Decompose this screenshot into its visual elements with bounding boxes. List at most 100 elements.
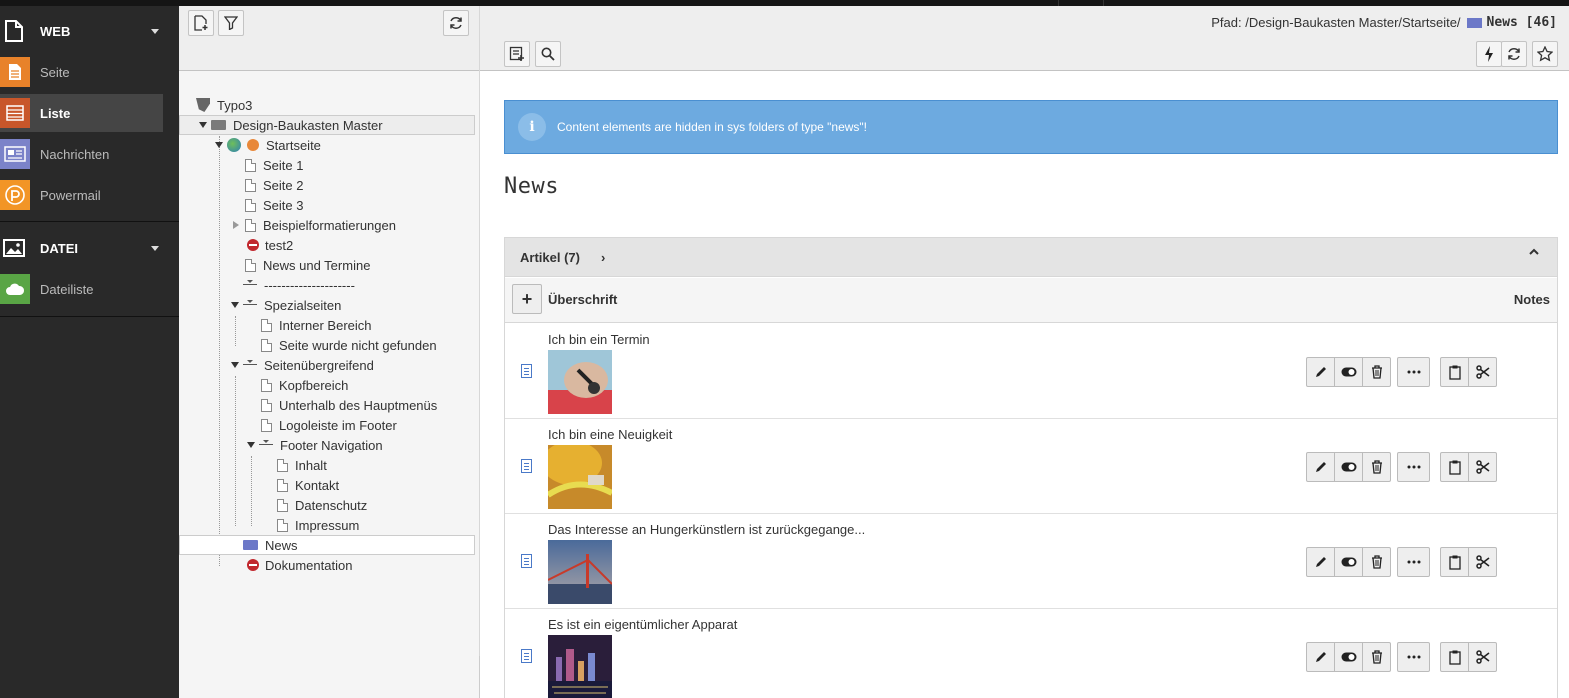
- panel-header[interactable]: Artikel (7) ›: [505, 238, 1557, 277]
- toggle-visibility-button[interactable]: [1334, 357, 1363, 387]
- collapse-panel-icon[interactable]: [1529, 248, 1539, 255]
- tree-node[interactable]: Kopfbereich: [261, 375, 348, 395]
- collapse-toggle-icon[interactable]: [231, 302, 239, 308]
- cut-button[interactable]: [1468, 642, 1497, 672]
- toggle-visibility-button[interactable]: [1334, 547, 1363, 577]
- record-title[interactable]: Ich bin ein Termin: [548, 332, 650, 347]
- table-row[interactable]: Ich bin ein Termin: [505, 324, 1557, 419]
- tree-node[interactable]: Spezialseiten: [243, 295, 341, 315]
- cut-button[interactable]: [1468, 357, 1497, 387]
- tree-node-label: Seite 3: [263, 197, 304, 213]
- page-icon: [277, 458, 288, 472]
- table-row[interactable]: Es ist ein eigentümlicher Apparat: [505, 609, 1557, 698]
- delete-button[interactable]: [1362, 547, 1391, 577]
- table-row[interactable]: Das Interesse an Hungerkünstlern ist zur…: [505, 514, 1557, 609]
- filter-button[interactable]: [218, 10, 244, 36]
- module-item-liste[interactable]: Liste: [0, 94, 163, 132]
- edit-button[interactable]: [1306, 357, 1335, 387]
- table-row[interactable]: Ich bin eine Neuigkeit: [505, 419, 1557, 514]
- tree-node[interactable]: Logoleiste im Footer: [261, 415, 397, 435]
- tree-node-label: Footer Navigation: [280, 437, 383, 453]
- delete-button[interactable]: [1362, 452, 1391, 482]
- cut-button[interactable]: [1468, 452, 1497, 482]
- tree-node[interactable]: Startseite: [227, 135, 321, 155]
- module-group-datei[interactable]: DATEI: [0, 228, 179, 268]
- tree-node[interactable]: Seite 1: [245, 155, 303, 175]
- tree-node[interactable]: Unterhalb des Hauptmenüs: [261, 395, 437, 415]
- reload-button[interactable]: [1501, 41, 1527, 67]
- tree-node[interactable]: Seite 3: [245, 195, 303, 215]
- tree-node[interactable]: Inhalt: [277, 455, 327, 475]
- edit-button[interactable]: [1306, 642, 1335, 672]
- tree-root[interactable]: Typo3: [196, 95, 252, 115]
- clear-cache-button[interactable]: [1476, 41, 1502, 67]
- tree-node-label: Dokumentation: [265, 557, 353, 573]
- tree-node[interactable]: Beispielformatierungen: [245, 215, 396, 235]
- news-record-icon[interactable]: [521, 554, 532, 568]
- add-record-button[interactable]: +: [512, 284, 542, 314]
- tree-node[interactable]: test2: [247, 235, 293, 255]
- copy-button[interactable]: [1440, 357, 1469, 387]
- more-options-button[interactable]: [1397, 357, 1430, 387]
- tree-node[interactable]: Design-Baukasten Master: [211, 115, 383, 135]
- toggle-visibility-button[interactable]: [1334, 452, 1363, 482]
- chevron-right-icon[interactable]: ›: [601, 250, 605, 265]
- edit-button[interactable]: [1306, 547, 1335, 577]
- record-title[interactable]: Ich bin eine Neuigkeit: [548, 427, 672, 442]
- news-record-icon[interactable]: [521, 649, 532, 663]
- typo3-logo-icon: [196, 98, 210, 112]
- spacer-icon: [243, 279, 257, 291]
- delete-button[interactable]: [1362, 357, 1391, 387]
- collapse-toggle-icon[interactable]: [231, 362, 239, 368]
- tree-node[interactable]: Interner Bereich: [261, 315, 372, 335]
- collapse-toggle-icon[interactable]: [215, 142, 223, 148]
- module-item-seite[interactable]: Seite: [0, 53, 163, 91]
- collapse-toggle-icon[interactable]: [247, 442, 255, 448]
- copy-button[interactable]: [1440, 547, 1469, 577]
- tree-node[interactable]: Seitenübergreifend: [243, 355, 374, 375]
- more-options-button[interactable]: [1397, 547, 1430, 577]
- tree-node[interactable]: ---------------------: [243, 275, 355, 295]
- tree-node-news[interactable]: News: [243, 535, 298, 555]
- record-title[interactable]: Es ist ein eigentümlicher Apparat: [548, 617, 737, 632]
- module-group-web[interactable]: WEB: [0, 11, 179, 51]
- tree-node[interactable]: Seite 2: [245, 175, 303, 195]
- module-item-nachrichten[interactable]: Nachrichten: [0, 135, 163, 173]
- news-record-icon[interactable]: [521, 364, 532, 378]
- tree-node[interactable]: Dokumentation: [247, 555, 352, 575]
- new-record-button[interactable]: [504, 41, 530, 67]
- new-page-button[interactable]: [188, 10, 214, 36]
- tree-node[interactable]: Kontakt: [277, 475, 339, 495]
- module-item-label: Powermail: [40, 187, 101, 203]
- tree-refresh-button[interactable]: [443, 10, 469, 36]
- column-header-title[interactable]: Überschrift: [548, 292, 617, 307]
- news-record-icon[interactable]: [521, 459, 532, 473]
- bookmark-button[interactable]: [1532, 41, 1558, 67]
- tree-node[interactable]: Seite wurde nicht gefunden: [261, 335, 437, 355]
- copy-button[interactable]: [1440, 452, 1469, 482]
- more-options-button[interactable]: [1397, 452, 1430, 482]
- edit-button[interactable]: [1306, 452, 1335, 482]
- collapse-toggle-icon[interactable]: [199, 122, 207, 128]
- trash-icon: [1371, 650, 1382, 664]
- delete-button[interactable]: [1362, 642, 1391, 672]
- record-title[interactable]: Das Interesse an Hungerkünstlern ist zur…: [548, 522, 865, 537]
- page-icon: [261, 318, 272, 332]
- tree-node-label: Typo3: [217, 97, 253, 113]
- copy-button[interactable]: [1440, 642, 1469, 672]
- tree-node[interactable]: Impressum: [277, 515, 359, 535]
- path-label: Pfad: /Design-Baukasten Master/Startseit…: [1211, 15, 1461, 30]
- restricted-page-icon: [247, 239, 259, 251]
- module-item-dateiliste[interactable]: Dateiliste: [0, 270, 163, 308]
- tree-node[interactable]: News und Termine: [245, 255, 370, 275]
- search-button[interactable]: [535, 41, 561, 67]
- module-item-powermail[interactable]: Powermail: [0, 176, 163, 214]
- tree-node[interactable]: Footer Navigation: [259, 435, 383, 455]
- panel-title[interactable]: Artikel (7): [520, 250, 580, 265]
- more-options-button[interactable]: [1397, 642, 1430, 672]
- tree-node[interactable]: Datenschutz: [277, 495, 367, 515]
- cut-button[interactable]: [1468, 547, 1497, 577]
- expand-toggle-icon[interactable]: [233, 221, 239, 229]
- column-header-notes: Notes: [1513, 292, 1550, 307]
- toggle-visibility-button[interactable]: [1334, 642, 1363, 672]
